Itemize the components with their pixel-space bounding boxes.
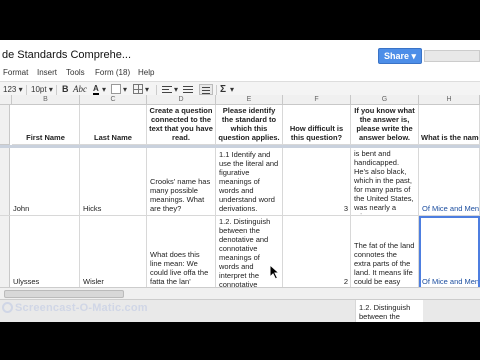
- cell-answer[interactable]: is bent and handicapped. He's also black…: [351, 148, 419, 216]
- chevron-down-icon[interactable]: ▾: [230, 84, 234, 95]
- menu-format[interactable]: Format: [3, 68, 28, 77]
- header-last-name[interactable]: Last Name: [80, 105, 147, 145]
- header-create-question[interactable]: Create a question connected to the text …: [147, 105, 216, 145]
- cell-text: The fat of the land connotes the extra p…: [354, 241, 415, 286]
- document-title[interactable]: de Standards Comprehe...: [2, 49, 131, 61]
- fill-color-icon[interactable]: [111, 84, 121, 94]
- column-header-h[interactable]: H: [419, 95, 480, 105]
- cell-standard-partial[interactable]: 1.2. Distinguish between the: [355, 300, 423, 322]
- strikethrough-button[interactable]: Abc: [73, 84, 87, 95]
- cell-first-name[interactable]: Ulysses: [0, 216, 80, 289]
- chevron-down-icon[interactable]: ▾: [123, 84, 127, 95]
- cell-text-name-selected[interactable]: Of Mice and Men: [419, 216, 480, 289]
- cell-difficulty[interactable]: 3: [283, 148, 351, 216]
- chevron-down-icon[interactable]: ▾: [174, 84, 178, 95]
- cell-text: 1.2. Distinguish between the: [359, 303, 411, 321]
- corner-cell[interactable]: [0, 95, 12, 105]
- cell-text: Crooks' name has many possible meanings.…: [150, 177, 211, 213]
- record-icon: [2, 302, 13, 313]
- column-header-e[interactable]: E: [216, 95, 283, 105]
- cell-text: is bent and handicapped. He's also black…: [354, 149, 414, 215]
- cell-standard[interactable]: 1.1 Identify and use the literal and fig…: [216, 148, 283, 216]
- header-identify-standard[interactable]: Please identify the standard to which th…: [216, 105, 283, 145]
- cell-text: What does this line mean: We could live …: [150, 250, 209, 286]
- sum-icon[interactable]: Σ: [220, 84, 226, 95]
- column-header-d[interactable]: D: [147, 95, 216, 105]
- share-label: Share: [383, 51, 409, 61]
- row-header[interactable]: [0, 105, 10, 145]
- number-format-dropdown[interactable]: 123 ▾: [3, 84, 23, 95]
- menu-insert[interactable]: Insert: [37, 68, 57, 77]
- screencast-watermark: Screencast-O-Matic.com: [2, 302, 148, 314]
- header-first-name[interactable]: First Name: [12, 105, 80, 145]
- chevron-down-icon: ▾: [48, 85, 53, 94]
- cell-text: 1.1 Identify and use the literal and fig…: [219, 150, 279, 213]
- cell-answer[interactable]: The fat of the land connotes the extra p…: [351, 216, 419, 289]
- toolbar-divider: [56, 85, 57, 95]
- cell-question[interactable]: Crooks' name has many possible meanings.…: [147, 148, 216, 216]
- header-answer[interactable]: If you know what the answer is, please w…: [351, 105, 419, 145]
- menu-tools[interactable]: Tools: [66, 68, 85, 77]
- share-button[interactable]: Share ▾: [378, 48, 422, 64]
- chevron-down-icon: ▾: [18, 85, 23, 94]
- align-left-icon[interactable]: [162, 84, 172, 95]
- menu-form[interactable]: Form (18): [95, 68, 130, 77]
- wrap-text-icon[interactable]: [199, 84, 213, 95]
- font-size-dropdown[interactable]: 10pt ▾: [31, 84, 53, 95]
- cell-last-name[interactable]: Wisler: [80, 216, 147, 289]
- vertical-align-icon[interactable]: [183, 84, 193, 95]
- cell-first-name[interactable]: John: [0, 148, 80, 216]
- title-bar: de Standards Comprehe... Share ▾: [0, 40, 480, 67]
- cell-difficulty[interactable]: 2: [283, 216, 351, 289]
- toolbar-divider: [216, 85, 217, 95]
- chevron-down-icon[interactable]: ▾: [145, 84, 149, 95]
- column-header-g[interactable]: G: [351, 95, 419, 105]
- chevron-down-icon: ▾: [411, 51, 417, 61]
- bold-button[interactable]: B: [62, 84, 69, 95]
- text-color-button[interactable]: A: [93, 84, 99, 95]
- chevron-down-icon[interactable]: ▾: [102, 84, 106, 95]
- video-frame: de Standards Comprehe... Share ▾ Format …: [0, 0, 480, 360]
- toolbar-divider: [26, 85, 27, 95]
- borders-icon[interactable]: [133, 84, 143, 94]
- menu-help[interactable]: Help: [138, 68, 154, 77]
- horizontal-scrollbar[interactable]: [0, 287, 480, 299]
- watermark-text: Screencast-O-Matic.com: [15, 302, 148, 314]
- cell-question[interactable]: What does this line mean: We could live …: [147, 216, 216, 289]
- spreadsheet-app: de Standards Comprehe... Share ▾ Format …: [0, 40, 480, 322]
- header-difficulty[interactable]: How difficult is this question?: [283, 105, 351, 145]
- scrollbar-thumb[interactable]: [4, 290, 124, 298]
- cell-last-name[interactable]: Hicks: [80, 148, 147, 216]
- column-header-c[interactable]: C: [80, 95, 147, 105]
- cell-text-name[interactable]: Of Mice and Men: [419, 148, 480, 216]
- column-header-f[interactable]: F: [283, 95, 351, 105]
- menu-bar: Format Insert Tools Form (18) Help: [0, 67, 480, 81]
- number-format-label: 123: [3, 85, 17, 94]
- account-area[interactable]: [424, 50, 480, 62]
- column-header-b[interactable]: B: [12, 95, 80, 105]
- header-text-name[interactable]: What is the name of the text?: [419, 105, 480, 145]
- toolbar-divider: [156, 85, 157, 95]
- font-size-label: 10pt: [31, 85, 47, 94]
